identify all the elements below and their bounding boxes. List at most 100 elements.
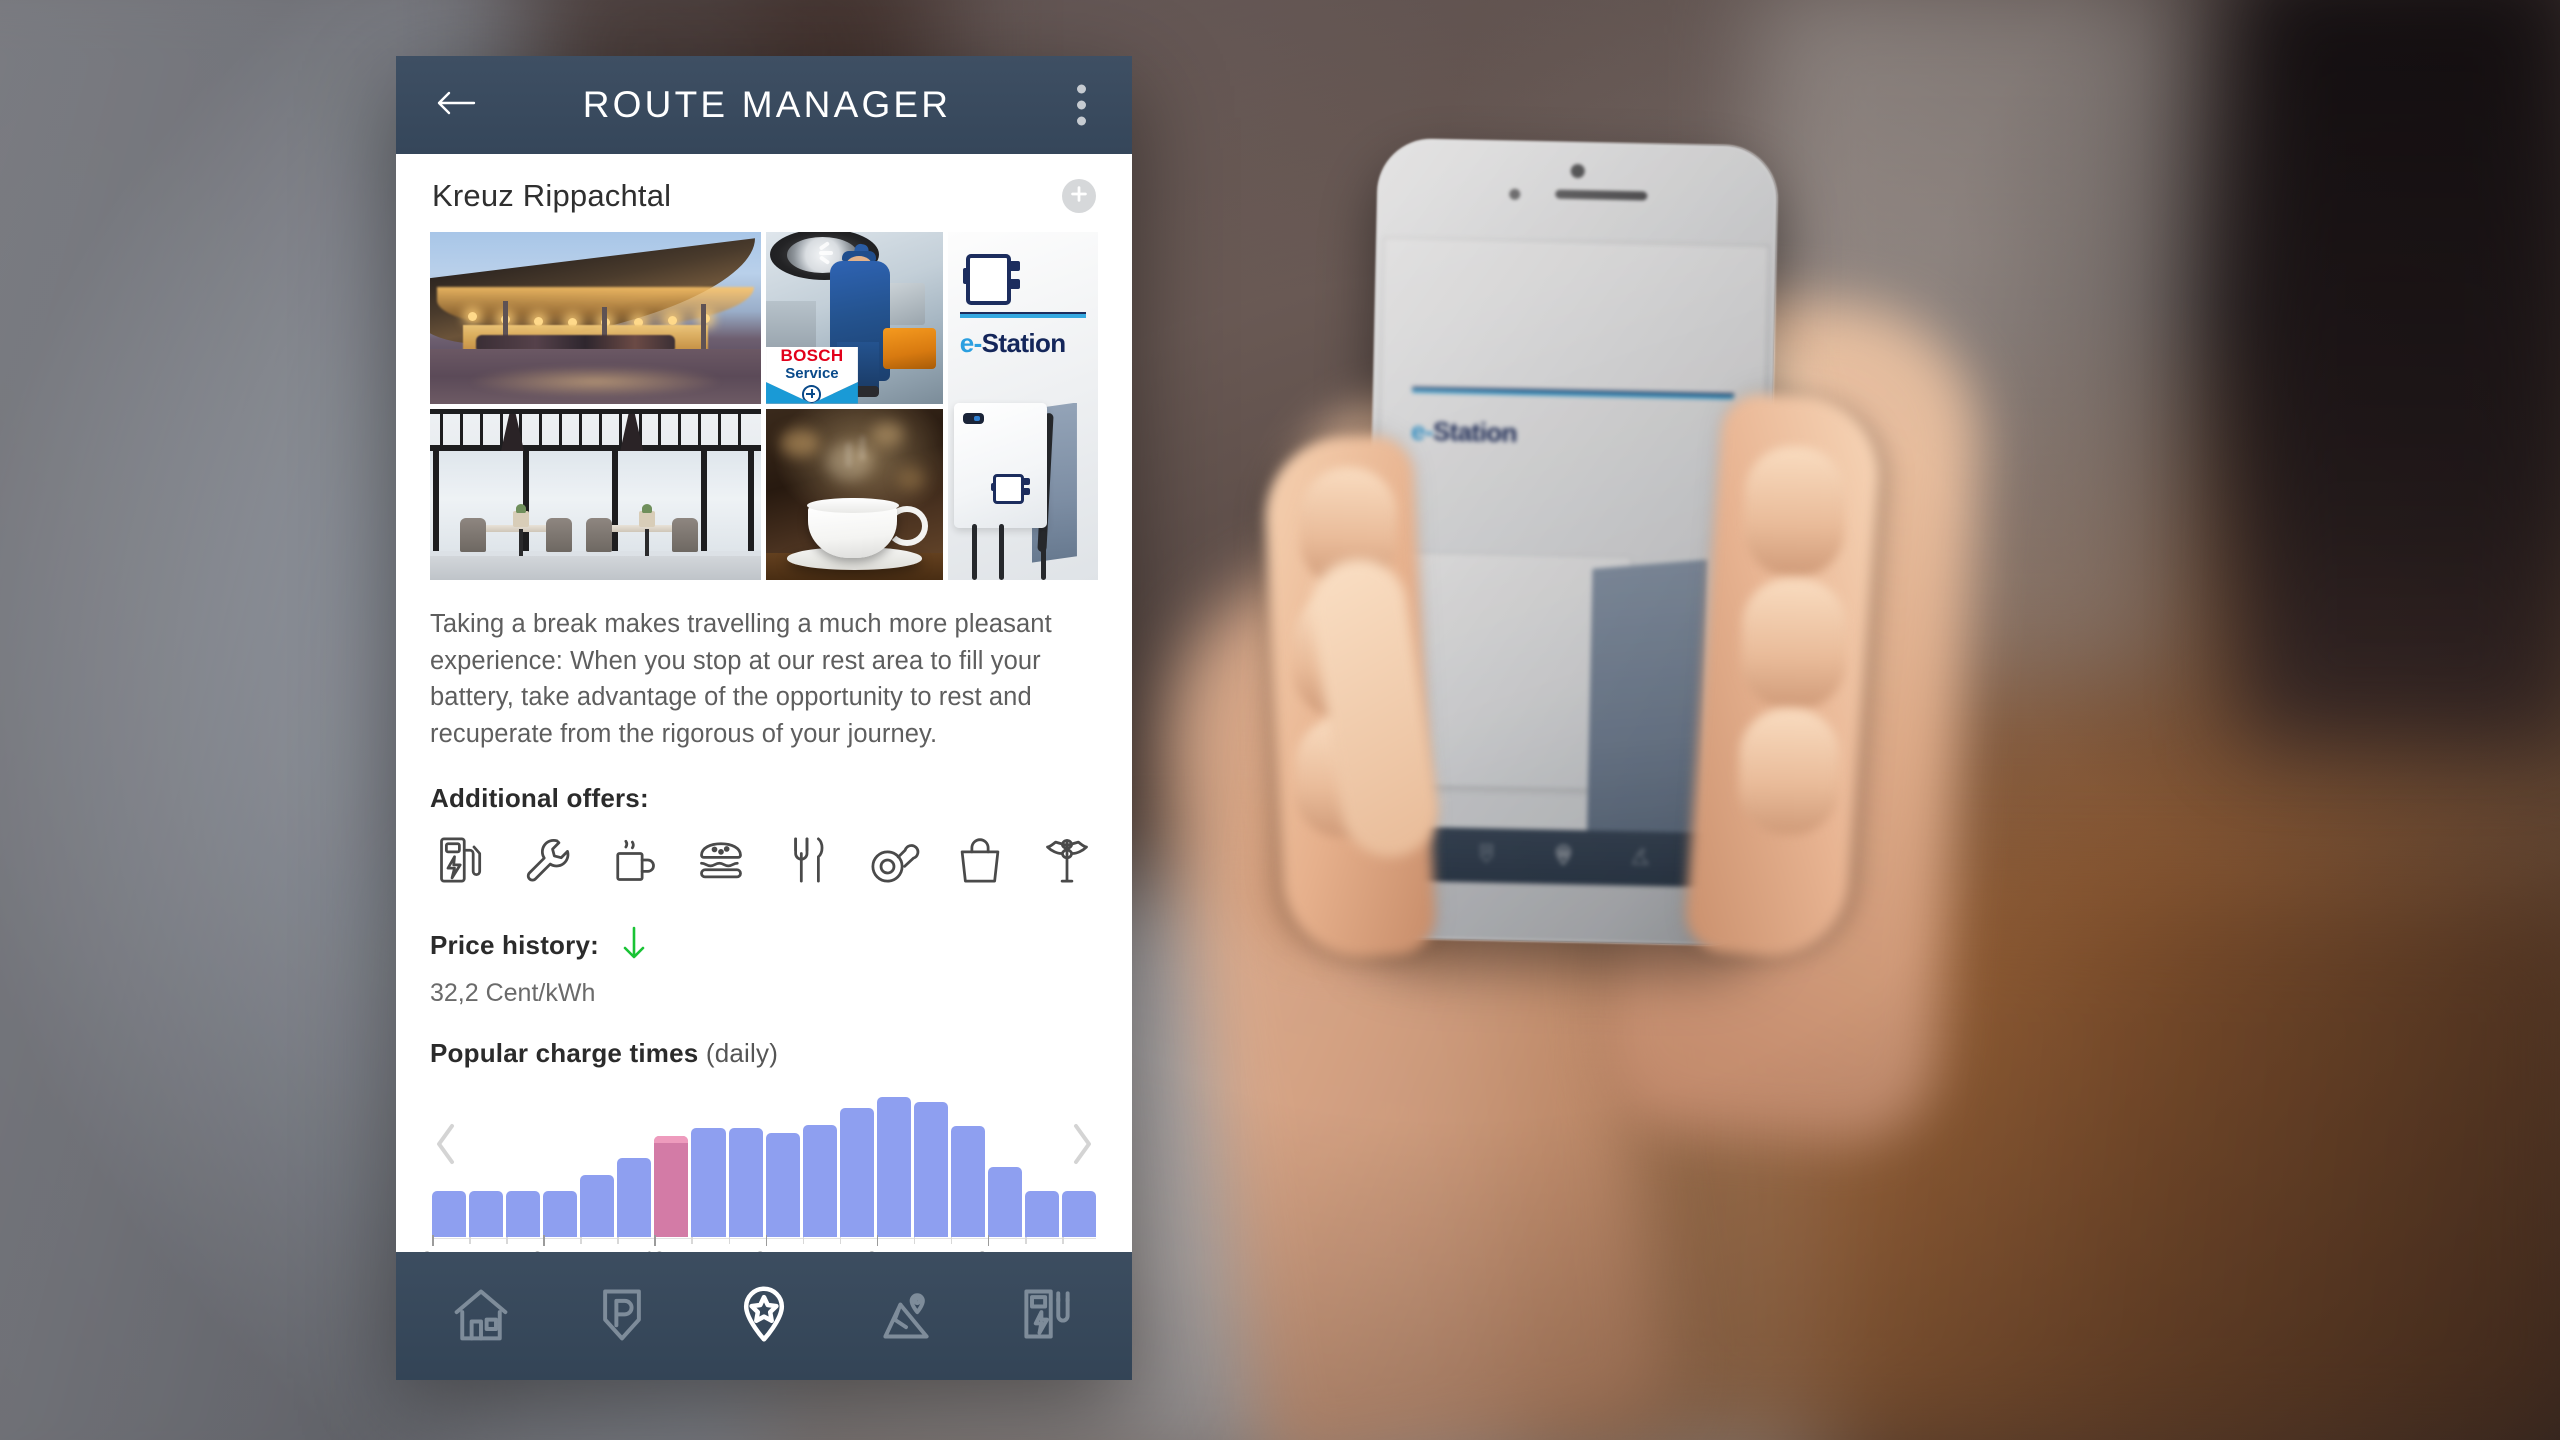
chart-next-button[interactable] — [1062, 1119, 1102, 1175]
page-title: ROUTE MANAGER — [582, 84, 952, 125]
chart-bar[interactable] — [654, 1136, 689, 1237]
phone-device: ← ROUTE MANAGER ⋮ Kreuz Rippachtal — [1262, 137, 1884, 962]
e-station-plug-logo-icon — [962, 249, 1020, 306]
chart-bar[interactable] — [950, 1126, 985, 1237]
phone-gallery: e-Station — [1370, 238, 1769, 888]
chart-bar[interactable] — [469, 1190, 504, 1237]
gallery-image-bosch-service[interactable]: BOSCH Service — [766, 232, 943, 404]
chart-bar[interactable] — [876, 1096, 911, 1237]
chart-bars — [432, 1096, 1097, 1237]
place-description: Taking a break makes travelling a much m… — [430, 610, 1052, 749]
app-content: Kreuz Rippachtal BOSCH Service e-Station… — [396, 154, 1132, 1252]
phone-speaker — [1555, 189, 1648, 201]
image-gallery: BOSCH Service e-Station — [430, 232, 1098, 580]
additional-offers-list — [430, 834, 1098, 892]
offer-pharmacy[interactable] — [1038, 834, 1096, 892]
chart-x-slot — [803, 1249, 837, 1252]
chart-bar[interactable] — [691, 1127, 726, 1237]
parking-pin-icon — [592, 1284, 652, 1349]
chart-tick — [913, 1236, 948, 1247]
chart-tick — [876, 1234, 911, 1247]
chart-tick — [765, 1234, 800, 1247]
chart-bar[interactable] — [765, 1133, 800, 1237]
chart-bar[interactable] — [728, 1127, 763, 1237]
chart-x-slot: 9a — [531, 1249, 577, 1252]
chart-bar[interactable] — [802, 1124, 837, 1237]
chart-x-slot — [469, 1249, 503, 1252]
charge-times-subtitle: (daily) — [705, 1037, 779, 1068]
charge-times-heading: Popular charge times — [430, 1037, 699, 1068]
chart-x-slot: 3p — [754, 1249, 800, 1252]
offer-baby-care[interactable] — [865, 834, 923, 892]
kebab-dot-2 — [1077, 100, 1086, 110]
chart-tick — [654, 1234, 688, 1247]
chart-bar[interactable] — [432, 1190, 467, 1237]
chart-x-label: 6p — [865, 1249, 886, 1252]
shopping-bag-icon — [954, 834, 1006, 891]
offer-coffee[interactable] — [605, 834, 663, 892]
chart-ticks — [432, 1234, 1096, 1247]
charge-times-chart: 6a 9a 12p 3p 6p 9p — [420, 1095, 1098, 1252]
plus-circle-icon — [1068, 183, 1090, 210]
nav-parking[interactable] — [576, 1270, 668, 1362]
back-button[interactable] — [434, 83, 478, 127]
chart-bar[interactable] — [1025, 1190, 1060, 1237]
chart-tick — [987, 1234, 1022, 1247]
chart-tick — [543, 1234, 577, 1247]
chart-bar[interactable] — [913, 1102, 948, 1237]
chart-x-slot — [1025, 1249, 1059, 1252]
chart-x-slot — [1062, 1249, 1096, 1252]
chart-prev-button[interactable] — [426, 1119, 466, 1175]
nav-home[interactable] — [435, 1270, 527, 1362]
price-value: 32,2 Cent/kWh — [430, 978, 596, 1007]
chart-bar[interactable] — [617, 1158, 652, 1237]
offer-shop[interactable] — [951, 834, 1009, 892]
nav-charging[interactable] — [1001, 1270, 1093, 1362]
add-place-button[interactable] — [1062, 179, 1096, 213]
route-manager-app: ROUTE MANAGER Kreuz Rippachtal BOSCH Ser… — [396, 56, 1132, 1380]
chart-tick — [728, 1236, 763, 1247]
cutlery-icon — [781, 834, 833, 891]
e-station-suffix: Station — [981, 327, 1067, 358]
chart-x-slot: 6p — [865, 1249, 911, 1252]
chart-bar[interactable] — [506, 1190, 541, 1237]
charge-times-title: Popular charge times (daily) — [430, 1038, 1098, 1069]
chart-x-label: 9p — [976, 1249, 997, 1252]
offer-workshop[interactable] — [519, 834, 577, 892]
e-station-wordmark: e-Station — [960, 328, 1066, 359]
kebab-dot-3 — [1077, 116, 1086, 126]
arrow-down-icon — [621, 926, 647, 965]
chart-bar[interactable] — [839, 1108, 874, 1237]
offer-restaurant[interactable] — [778, 834, 836, 892]
offer-ev-charging[interactable] — [432, 834, 490, 892]
place-header-row: Kreuz Rippachtal — [430, 154, 1098, 232]
chart-tick — [691, 1236, 725, 1247]
nav-map[interactable] — [860, 1270, 952, 1362]
gallery-image-restaurant[interactable] — [430, 408, 762, 580]
chart-tick — [617, 1236, 651, 1247]
gallery-image-e-station[interactable]: e-Station — [947, 232, 1098, 580]
gallery-image-coffee[interactable] — [766, 408, 943, 580]
map-icon — [876, 1284, 936, 1349]
caduceus-icon — [1041, 834, 1093, 891]
nav-favorites[interactable] — [718, 1270, 810, 1362]
chevron-right-icon — [1068, 1122, 1096, 1171]
chart-x-label: 12p — [642, 1249, 674, 1252]
chart-bar[interactable] — [580, 1175, 615, 1237]
chevron-left-icon — [432, 1122, 460, 1171]
chart-x-label: 6a — [420, 1249, 441, 1252]
chart-x-label: 3p — [754, 1249, 775, 1252]
home-icon — [451, 1284, 511, 1349]
chart-bar[interactable] — [1062, 1190, 1097, 1237]
chart-x-slot: 12p — [642, 1249, 688, 1252]
wrench-icon — [522, 834, 574, 891]
e-station-rule — [959, 312, 1086, 319]
offer-snacks[interactable] — [692, 834, 750, 892]
bosch-wordmark: BOSCH — [780, 345, 844, 365]
chart-bar[interactable] — [987, 1166, 1022, 1237]
overflow-menu-button[interactable] — [1071, 79, 1092, 132]
gallery-image-gas-station[interactable] — [430, 232, 762, 404]
chart-bar[interactable] — [543, 1190, 578, 1237]
chart-tick — [950, 1236, 985, 1247]
price-history-row: Price history: — [430, 926, 1098, 965]
